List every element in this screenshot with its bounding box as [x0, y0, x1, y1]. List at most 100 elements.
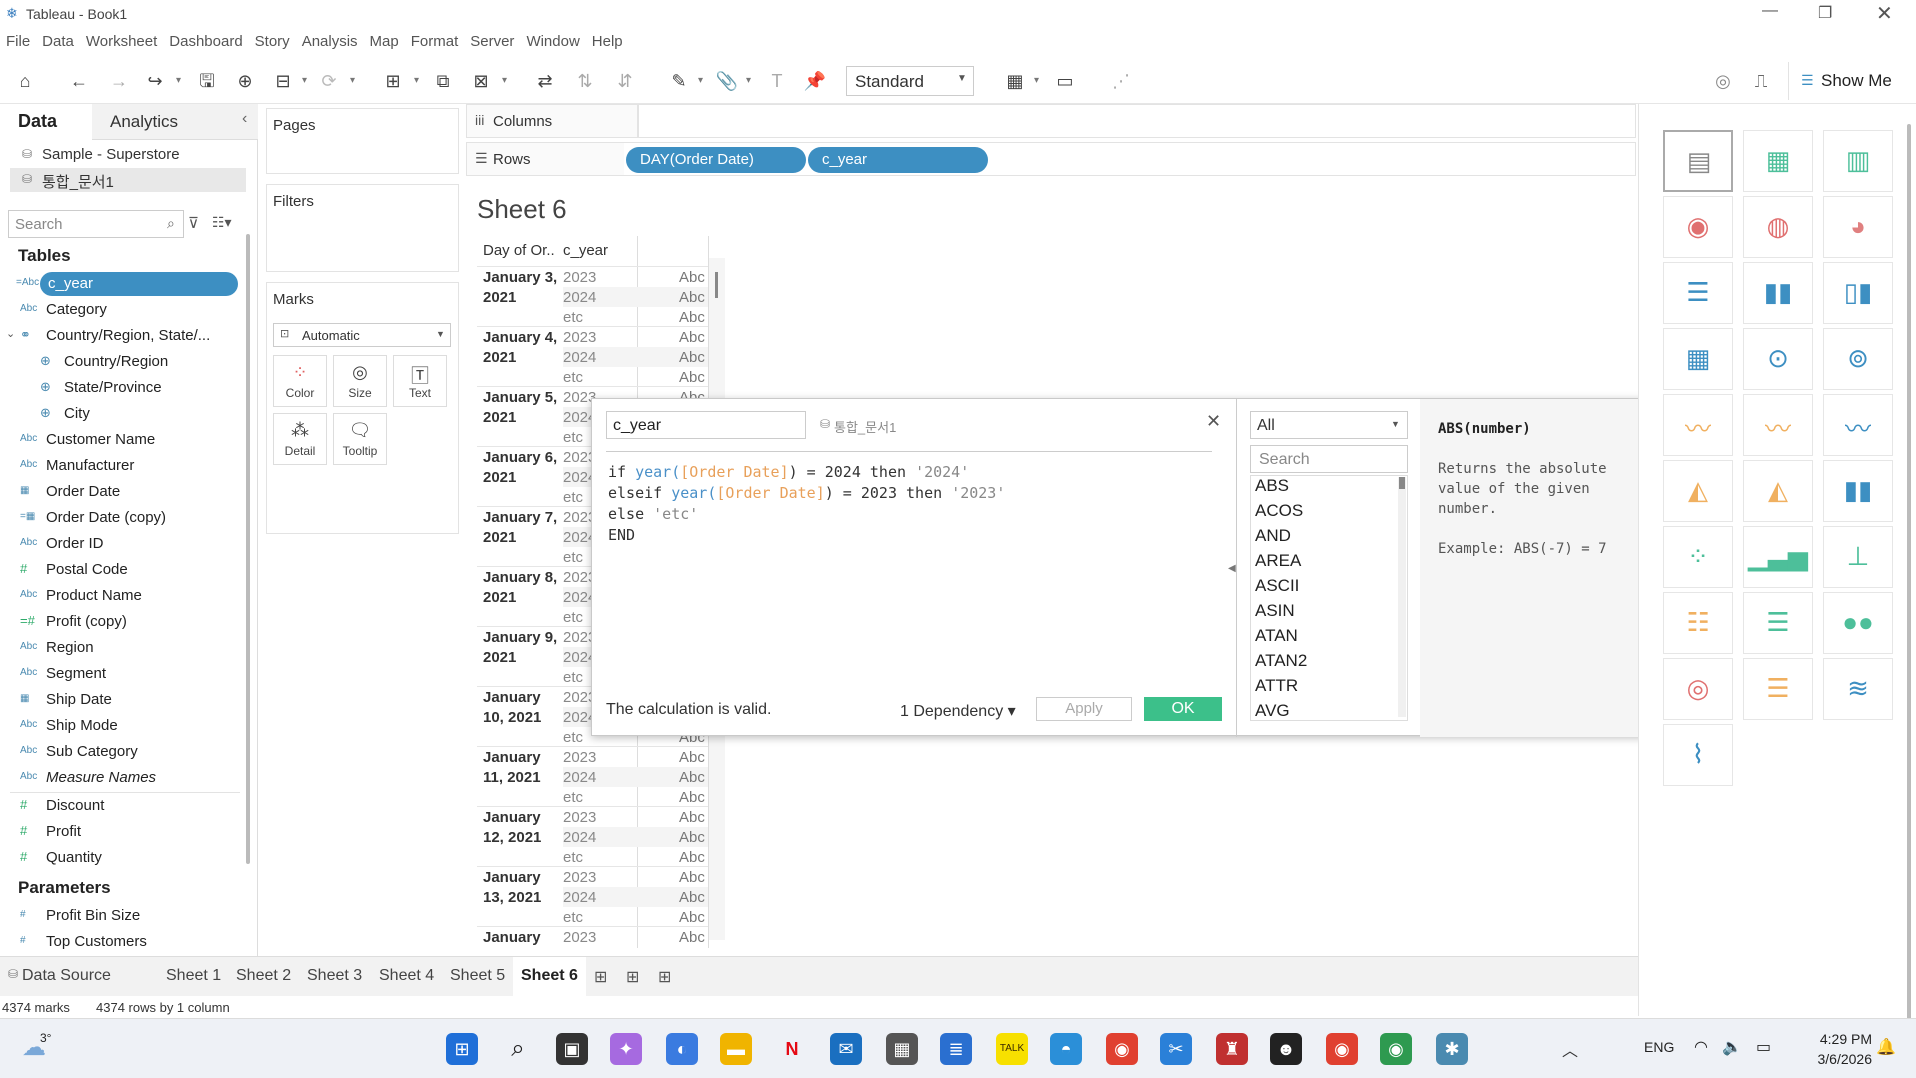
pin-icon[interactable]: ⎍ [1748, 68, 1774, 94]
table-row[interactable]: etc Abc [563, 307, 708, 327]
table-row[interactable]: etc Abc [563, 787, 708, 807]
notepad-icon[interactable]: ≣ [940, 1033, 972, 1065]
notification-icon[interactable]: 🔔 [1876, 1037, 1896, 1057]
date-header-line2[interactable]: 2021 [483, 589, 516, 606]
highlight-dropdown-icon[interactable]: ▾ [698, 68, 708, 94]
collapse-pane-icon[interactable]: ‹ [242, 110, 247, 128]
header-c-year[interactable]: c_year [563, 242, 608, 259]
field-item[interactable]: Abc Category [0, 298, 240, 322]
function-item[interactable]: AREA [1251, 551, 1407, 576]
sort-ascending-icon[interactable]: ⇅ [572, 68, 598, 94]
clock-time[interactable]: 4:29 PM [1812, 1031, 1872, 1047]
presentation-mode-icon[interactable]: ▭ [1052, 68, 1078, 94]
share-icon[interactable]: ⋰ [1108, 68, 1134, 94]
function-item[interactable]: AND [1251, 526, 1407, 551]
show-me-pie-chart[interactable]: ◕ [1823, 196, 1893, 258]
function-item[interactable]: ASCII [1251, 576, 1407, 601]
table-row[interactable]: 2023 Abc [563, 267, 708, 287]
edge-icon[interactable]: ◓ [1050, 1033, 1082, 1065]
view-size-select[interactable]: Standard ▼ [846, 66, 974, 96]
function-category-select[interactable]: All ▼ [1250, 411, 1408, 439]
menu-analysis[interactable]: Analysis [296, 30, 364, 50]
function-list-scrollbar[interactable] [1398, 477, 1406, 717]
ask-data-icon[interactable]: ◎ [1710, 68, 1736, 94]
table-row[interactable]: etc Abc [563, 847, 708, 867]
app-icon[interactable]: ♜ [1216, 1033, 1248, 1065]
field-item[interactable]: Abc Customer Name [0, 428, 240, 452]
text-button[interactable]: 🅃 Text [393, 355, 447, 407]
field-search-input[interactable]: Search ⌕ [8, 210, 184, 238]
field-item[interactable]: # Discount [0, 794, 240, 818]
replay-dropdown-icon[interactable]: ▾ [176, 68, 186, 94]
table-row[interactable]: 2024 Abc [563, 347, 708, 367]
show-me-sankey[interactable]: ≋ [1823, 658, 1893, 720]
show-me-scatter-plot[interactable]: ⁘ [1663, 526, 1733, 588]
minimize-button[interactable]: — [1762, 2, 1778, 20]
group-dropdown-icon[interactable]: ▾ [746, 68, 756, 94]
duplicate-sheet-icon[interactable]: ⧉ [430, 68, 456, 94]
field-item[interactable]: =Abc c_year [16, 272, 238, 296]
show-cards-dropdown-icon[interactable]: ▾ [1034, 68, 1044, 94]
function-item[interactable]: ACOS [1251, 501, 1407, 526]
clear-sheet-icon[interactable]: ⊠ [468, 68, 494, 94]
pause-updates-icon[interactable]: ⊟ [270, 68, 296, 94]
field-item[interactable]: =▦ Order Date (copy) [0, 506, 240, 530]
menu-story[interactable]: Story [249, 30, 296, 50]
table-row[interactable]: 2024 Abc [563, 827, 708, 847]
show-me-symbol-map[interactable]: ◉ [1663, 196, 1733, 258]
field-item[interactable]: =# Profit (copy) [0, 610, 240, 634]
show-me-dual-combination[interactable]: ▮▮ [1823, 460, 1893, 522]
apply-button[interactable]: Apply [1036, 697, 1132, 721]
tab-sheet-4[interactable]: Sheet 4 [379, 967, 434, 985]
new-worksheet-icon[interactable]: ⊞ [594, 967, 607, 987]
menu-data[interactable]: Data [36, 30, 80, 50]
chevron-down-icon[interactable]: ⌄ [6, 327, 15, 340]
table-row[interactable]: 2023 Abc [563, 927, 708, 947]
show-me-treemap[interactable]: ▦ [1663, 328, 1733, 390]
datasource-item-active[interactable]: ⛁ 통합_문서1 [10, 168, 246, 192]
outlook-icon[interactable]: ✉ [830, 1033, 862, 1065]
clear-dropdown-icon[interactable]: ▾ [502, 68, 512, 94]
show-me-donut-chart[interactable]: ◎ [1663, 658, 1733, 720]
show-me-discrete-lines[interactable]: 〰 [1743, 394, 1813, 456]
close-dialog-button[interactable]: ✕ [1206, 411, 1221, 432]
menu-window[interactable]: Window [520, 30, 585, 50]
show-me-histogram[interactable]: ▁▃▅ [1743, 526, 1813, 588]
function-item[interactable]: ATAN [1251, 626, 1407, 651]
menu-server[interactable]: Server [464, 30, 520, 50]
volume-icon[interactable]: 🔈 [1722, 1037, 1742, 1057]
show-me-continuous-lines[interactable]: 〰 [1663, 394, 1733, 456]
ok-button[interactable]: OK [1144, 697, 1222, 721]
field-item[interactable]: ⊕ Country/Region [0, 350, 240, 374]
show-me-gantt-chart[interactable]: ☷ [1663, 592, 1733, 654]
show-me-highlight-table[interactable]: ▥ [1823, 130, 1893, 192]
filters-card[interactable]: Filters [266, 184, 459, 272]
field-item[interactable]: ⌄ ⚭ Country/Region, State/... [0, 324, 240, 348]
date-header-line2[interactable]: 2021 [483, 349, 516, 366]
table-row[interactable]: 2023 Abc [563, 807, 708, 827]
table-row[interactable]: 2023 Abc [563, 867, 708, 887]
show-me-stacked-bars[interactable]: ▮▮ [1743, 262, 1813, 324]
refresh-dropdown-icon[interactable]: ▾ [350, 68, 360, 94]
field-item[interactable]: # Postal Code [0, 558, 240, 582]
tab-data-source[interactable]: Data Source [22, 967, 111, 985]
pause-dropdown-icon[interactable]: ▾ [302, 68, 312, 94]
menu-map[interactable]: Map [364, 30, 405, 50]
task-view-icon[interactable]: ▣ [556, 1033, 588, 1065]
table-row[interactable]: 2023 Abc [563, 327, 708, 347]
app-icon-panda[interactable]: ☻ [1270, 1033, 1302, 1065]
function-item[interactable]: ATTR [1251, 676, 1407, 701]
refresh-icon[interactable]: ⟳ [316, 68, 342, 94]
function-item[interactable]: ABS [1251, 476, 1407, 501]
field-item[interactable]: # Quantity [0, 846, 240, 870]
parameter-item[interactable]: # Top Customers [0, 930, 240, 954]
netflix-icon[interactable]: N [776, 1033, 808, 1065]
date-header-line2[interactable]: 11, 2021 [483, 769, 541, 786]
date-header-line2[interactable]: 13, 2021 [483, 889, 541, 906]
start-icon[interactable]: ⊞ [446, 1033, 478, 1065]
table-row[interactable]: 2024 Abc [563, 767, 708, 787]
table-row[interactable]: 2024 Abc [563, 887, 708, 907]
color-button[interactable]: ⁘ Color [273, 355, 327, 407]
redo-icon[interactable]: → [106, 68, 132, 94]
show-me-dual-lines[interactable]: 〰 [1823, 394, 1893, 456]
